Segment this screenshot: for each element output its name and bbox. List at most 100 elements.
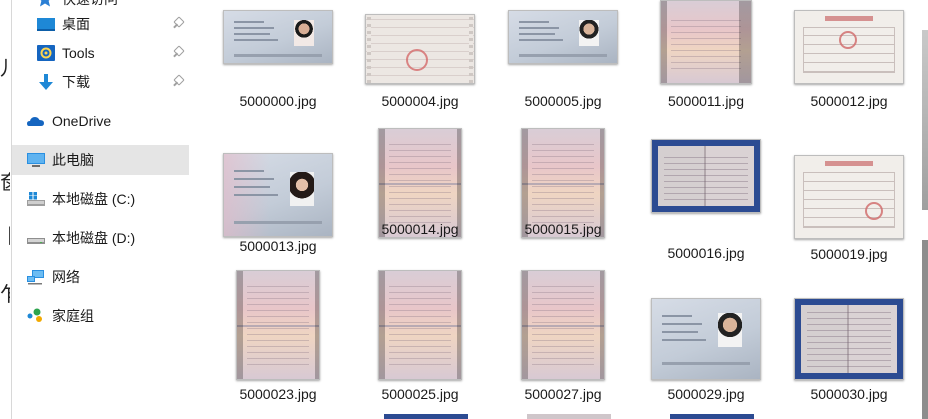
- file-name: 5000011.jpg: [667, 93, 745, 109]
- certificate-image: [794, 155, 904, 239]
- file-tile[interactable]: 5000005.jpg: [497, 0, 629, 142]
- passport-page-image: [660, 0, 752, 84]
- network-icon: [26, 268, 46, 286]
- file-name: 5000025.jpg: [381, 386, 459, 402]
- desktop-icon: [36, 15, 56, 33]
- file-explorer-window: 快速访问 桌面 Tools 下载: [12, 0, 922, 419]
- id-card-image: [651, 298, 761, 380]
- windows-drive-icon: [26, 190, 46, 208]
- file-tile[interactable]: 5000011.jpg: [640, 0, 772, 142]
- thumbnail: [497, 0, 629, 64]
- nav-item-label: 家庭组: [52, 308, 94, 324]
- id-card-image: [223, 10, 333, 64]
- nav-item-network[interactable]: 网络: [12, 262, 189, 292]
- blue-booklet-image: [794, 298, 904, 380]
- background-glyph: 丨: [0, 226, 10, 246]
- download-arrow-icon: [36, 73, 56, 91]
- drive-icon: [26, 229, 46, 247]
- passport-page-image: [378, 270, 462, 380]
- file-tile[interactable]: 5000014.jpg: [354, 128, 486, 270]
- thumbnail: [783, 270, 915, 380]
- id-card-image: [223, 153, 333, 237]
- file-name: 5000016.jpg: [667, 245, 745, 261]
- nav-item-onedrive[interactable]: OneDrive: [12, 106, 189, 136]
- homegroup-icon: [26, 307, 46, 325]
- file-name: 5000015.jpg: [524, 221, 602, 237]
- file-name: 5000029.jpg: [667, 386, 745, 402]
- file-name: 5000004.jpg: [381, 93, 459, 109]
- thumbnail: [497, 270, 629, 380]
- file-tile[interactable]: 5000025.jpg: [354, 270, 486, 412]
- nav-item-label: 本地磁盘 (C:): [52, 191, 136, 207]
- passport-page-image: [521, 270, 605, 380]
- file-name: 5000005.jpg: [524, 93, 602, 109]
- nav-item-label: 桌面: [62, 16, 90, 32]
- pin-icon[interactable]: [173, 75, 183, 85]
- file-name: 5000012.jpg: [810, 93, 888, 109]
- thumbnail: [212, 270, 344, 380]
- file-tile[interactable]: 5000012.jpg: [783, 0, 915, 142]
- nav-item-homegroup[interactable]: 家庭组: [12, 301, 189, 331]
- id-card-image: [508, 10, 618, 64]
- file-name: 5000023.jpg: [239, 386, 317, 402]
- thumbnail: [783, 153, 915, 239]
- file-tile[interactable]: 5000015.jpg: [497, 128, 629, 270]
- blue-booklet-image: [651, 139, 761, 213]
- file-name: 5000019.jpg: [810, 246, 888, 262]
- onedrive-cloud-icon: [26, 112, 46, 130]
- nav-item-label: 下载: [62, 74, 90, 90]
- thumbnail: [212, 145, 344, 237]
- file-tile[interactable]: 5000013.jpg: [212, 145, 344, 287]
- partial-thumbnail: [384, 414, 468, 419]
- thumbnail: [212, 0, 344, 64]
- file-tile[interactable]: 5000023.jpg: [212, 270, 344, 412]
- thumbnail: [783, 0, 915, 84]
- nav-item-drive-c[interactable]: 本地磁盘 (C:): [12, 184, 189, 214]
- passport-page-image: [236, 270, 320, 380]
- nav-item-label: 网络: [52, 269, 80, 285]
- file-tile[interactable]: 5000029.jpg: [640, 270, 772, 412]
- pin-icon[interactable]: [173, 46, 183, 56]
- partial-thumbnail: [527, 414, 611, 419]
- background-window-right: [922, 0, 928, 419]
- thumbnail: [640, 135, 772, 213]
- nav-item-this-pc[interactable]: 此电脑: [12, 145, 189, 175]
- background-glyph: 奁: [0, 172, 10, 192]
- nav-item-label: Tools: [62, 45, 95, 61]
- file-list-pane: 5000000.jpg 5000004.jpg 5000005.jpg 5000…: [190, 0, 922, 419]
- tools-folder-icon: [36, 44, 56, 62]
- navigation-pane: 快速访问 桌面 Tools 下载: [12, 0, 190, 419]
- certificate-image: [794, 10, 904, 84]
- file-tile[interactable]: 5000016.jpg: [640, 135, 772, 277]
- pin-icon[interactable]: [173, 17, 183, 27]
- nav-item-desktop[interactable]: 桌面: [12, 9, 189, 39]
- screen: 儿 奁 丨 乍 快速访问 桌面: [0, 0, 928, 419]
- nav-item-tools[interactable]: Tools: [12, 38, 189, 68]
- file-name: 5000014.jpg: [381, 221, 459, 237]
- file-tile[interactable]: 5000030.jpg: [783, 270, 915, 412]
- nav-item-label: 此电脑: [52, 152, 94, 168]
- star-icon: [36, 0, 56, 8]
- file-name: 5000000.jpg: [239, 93, 317, 109]
- file-name: 5000013.jpg: [239, 238, 317, 254]
- nav-item-label: 快速访问: [62, 0, 118, 9]
- nav-item-downloads[interactable]: 下载: [12, 67, 189, 97]
- thumbnail: [354, 270, 486, 380]
- thumbnail: [640, 0, 772, 84]
- nav-item-label: OneDrive: [52, 113, 112, 129]
- background-window-left: 儿 奁 丨 乍: [0, 0, 12, 419]
- file-tile[interactable]: 5000000.jpg: [212, 0, 344, 142]
- thumbnail: [640, 270, 772, 380]
- form-document-image: [365, 14, 475, 84]
- nav-item-label: 本地磁盘 (D:): [52, 230, 136, 246]
- computer-icon: [26, 151, 46, 169]
- background-glyph: 儿: [0, 58, 10, 78]
- file-name: 5000027.jpg: [524, 386, 602, 402]
- partial-thumbnail: [670, 414, 754, 419]
- file-name: 5000030.jpg: [810, 386, 888, 402]
- thumbnail: [354, 0, 486, 84]
- file-tile[interactable]: 5000027.jpg: [497, 270, 629, 412]
- file-tile[interactable]: 5000004.jpg: [354, 0, 486, 142]
- nav-item-drive-d[interactable]: 本地磁盘 (D:): [12, 223, 189, 253]
- background-glyph: 乍: [0, 284, 10, 304]
